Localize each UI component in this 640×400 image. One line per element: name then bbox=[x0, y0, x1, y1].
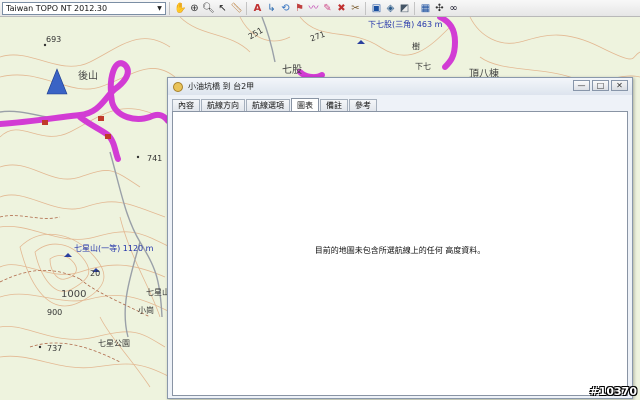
tab-notes[interactable]: 備註 bbox=[320, 99, 348, 111]
tab-properties[interactable]: 內容 bbox=[172, 99, 200, 111]
binoculars-icon[interactable]: ∞ bbox=[447, 2, 460, 15]
map-view-icon[interactable]: ▣ bbox=[370, 2, 383, 15]
toolbar: Taiwan TOPO NT 2012.30 ▼ ✋ ⊕ 🔍︎ ↖ 📏︎ A ↳… bbox=[0, 0, 640, 17]
zoom-icon[interactable]: ⊕ bbox=[188, 2, 201, 15]
dialog-titlebar[interactable]: 小油坑橋 到 台2甲 — □ ✕ bbox=[168, 78, 632, 95]
track-icon[interactable]: 〰 bbox=[307, 2, 320, 15]
connect-icon[interactable]: ⟲ bbox=[279, 2, 292, 15]
map-label: 樹 bbox=[412, 42, 420, 51]
watermark: #10370 bbox=[589, 385, 638, 398]
3d-view-icon[interactable]: ◈ bbox=[384, 2, 397, 15]
tab-chart[interactable]: 圖表 bbox=[291, 98, 319, 112]
map-label: 20 bbox=[90, 269, 101, 278]
layers-icon[interactable]: ◩ bbox=[398, 2, 411, 15]
minimize-button[interactable]: — bbox=[573, 80, 590, 91]
close-button[interactable]: ✕ bbox=[611, 80, 628, 91]
measure-icon[interactable]: 📏︎ bbox=[230, 2, 243, 15]
split-icon[interactable]: ✂ bbox=[349, 2, 362, 15]
map-label: 七星公園 bbox=[98, 339, 130, 348]
toolbar-separator bbox=[365, 1, 366, 15]
route-properties-dialog: 小油坑橋 到 台2甲 — □ ✕ 內容 航線方向 航線選項 圖表 備註 參考 目… bbox=[167, 77, 633, 399]
map-label: 七股 bbox=[282, 65, 302, 76]
compass-icon[interactable]: ✣ bbox=[433, 2, 446, 15]
point-icon[interactable]: ⚑ bbox=[293, 2, 306, 15]
chart-panel: 目前的地圖未包含所選航線上的任何 高度資料。 bbox=[172, 111, 628, 396]
text-icon[interactable]: A bbox=[251, 2, 264, 15]
map-product-label: Taiwan TOPO NT 2012.30 bbox=[6, 3, 108, 13]
erase-icon[interactable]: ✖ bbox=[335, 2, 348, 15]
map-product-select[interactable]: Taiwan TOPO NT 2012.30 ▼ bbox=[2, 1, 166, 15]
map-label: 900 bbox=[47, 308, 63, 317]
chevron-down-icon[interactable]: ▼ bbox=[155, 4, 164, 13]
map-label: 693 bbox=[46, 35, 62, 44]
toolbar-separator bbox=[414, 1, 415, 15]
map-label: 下七 bbox=[415, 62, 431, 71]
grid-icon[interactable]: ▦ bbox=[419, 2, 432, 15]
tab-references[interactable]: 參考 bbox=[349, 99, 377, 111]
dialog-title: 小油坑橋 到 台2甲 bbox=[188, 82, 255, 91]
map-label: 741 bbox=[147, 154, 163, 163]
map-label: 737 bbox=[47, 344, 63, 353]
tab-route-options[interactable]: 航線選項 bbox=[246, 99, 290, 111]
dialog-tabs: 內容 航線方向 航線選項 圖表 備註 參考 bbox=[172, 97, 378, 112]
window-buttons: — □ ✕ bbox=[571, 80, 628, 91]
hand-icon[interactable]: ✋ bbox=[174, 2, 187, 15]
route-icon[interactable]: ↳ bbox=[265, 2, 278, 15]
select-arrow-icon[interactable]: ↖ bbox=[216, 2, 229, 15]
toolbar-separator bbox=[246, 1, 247, 15]
route-icon bbox=[173, 81, 183, 92]
tab-directions[interactable]: 航線方向 bbox=[201, 99, 245, 111]
toolbar-separator bbox=[169, 1, 170, 15]
edit-icon[interactable]: ✎ bbox=[321, 2, 334, 15]
magnify-icon[interactable]: 🔍︎ bbox=[202, 2, 215, 15]
map-label: 1000 bbox=[61, 289, 87, 300]
maximize-button[interactable]: □ bbox=[592, 80, 609, 91]
map-label: 下七股(三角) 463 m bbox=[368, 20, 443, 29]
map-label: 七星山(一等) 1120 m bbox=[74, 244, 154, 253]
map-label: 小崗 bbox=[138, 306, 154, 315]
no-elevation-message: 目前的地圖未包含所選航線上的任何 高度資料。 bbox=[314, 246, 486, 255]
map-label: 後山 bbox=[78, 71, 98, 82]
